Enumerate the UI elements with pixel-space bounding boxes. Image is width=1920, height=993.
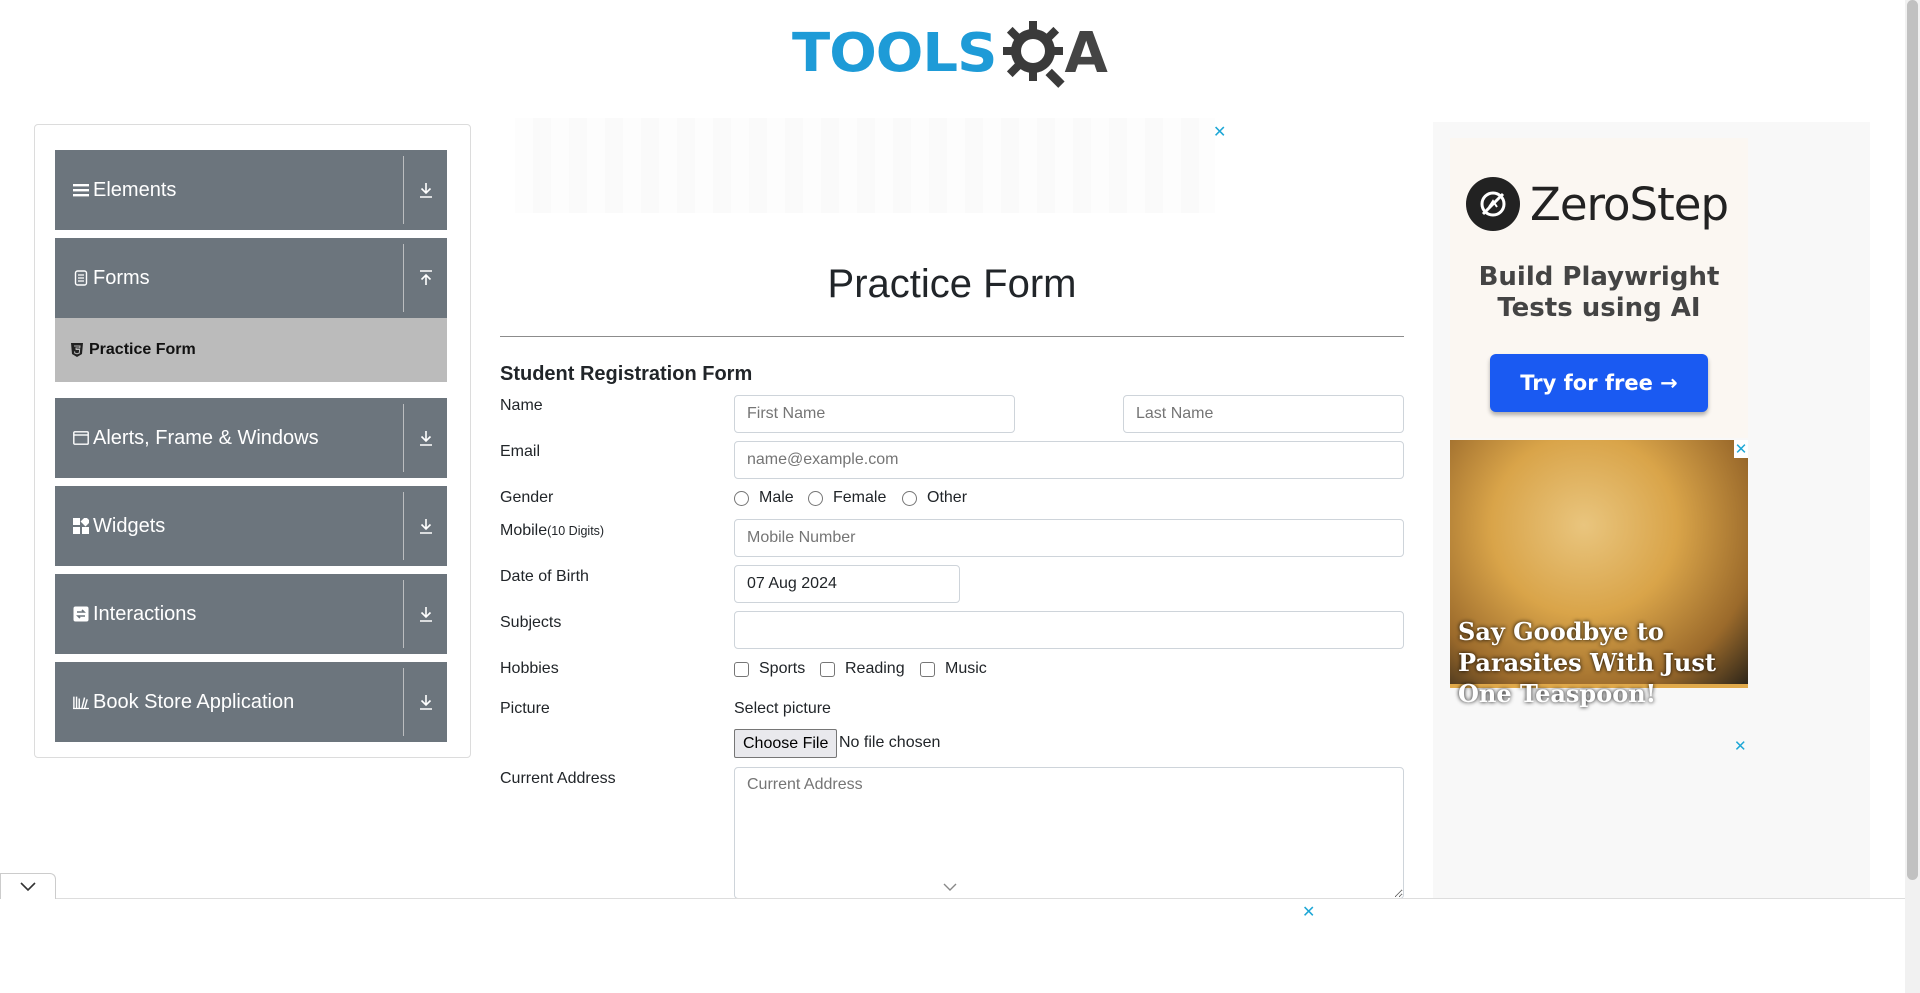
last-name-input[interactable] (1123, 395, 1404, 433)
checkbox-box[interactable] (920, 661, 935, 677)
current-address-input[interactable] (734, 767, 1404, 899)
close-icon[interactable]: ✕ (1302, 902, 1315, 922)
sidebar-group-forms[interactable]: Forms (55, 238, 447, 318)
checkbox-label: Sports (759, 660, 806, 677)
close-icon[interactable]: ✕ (1734, 440, 1748, 458)
divider (403, 492, 404, 560)
scrollbar-thumb[interactable] (1907, 0, 1918, 880)
radio-circle[interactable] (734, 490, 749, 506)
download-arrow-icon[interactable] (404, 694, 447, 710)
widgets-icon (73, 518, 89, 534)
form-heading: Student Registration Form (500, 363, 753, 385)
divider (500, 336, 1404, 337)
download-arrow-icon[interactable] (404, 606, 447, 622)
collapse-ad-button[interactable] (0, 873, 56, 899)
interactions-icon (73, 606, 89, 622)
divider (403, 404, 404, 472)
document-icon (73, 270, 89, 286)
current-address-label: Current Address (500, 770, 616, 787)
checkbox-box[interactable] (820, 661, 835, 677)
choose-file-button[interactable]: Choose File (734, 729, 838, 758)
menu-icon (73, 182, 89, 198)
zerostep-mark-icon (1466, 177, 1520, 231)
close-icon[interactable]: ✕ (1213, 122, 1226, 142)
zerostep-name: ZeroStep (1530, 177, 1729, 231)
sidebar-group-book-store[interactable]: Book Store Application (55, 662, 447, 742)
date-of-birth-input[interactable] (734, 565, 960, 603)
mobile-hint: (10 Digits) (547, 524, 605, 538)
divider (403, 244, 404, 312)
download-arrow-icon[interactable] (404, 430, 447, 446)
gear-q-icon (1003, 21, 1066, 88)
sidebar-group-widgets[interactable]: Widgets (55, 486, 447, 566)
hobby-checkbox-reading[interactable]: Reading (820, 660, 905, 678)
dob-label: Date of Birth (500, 568, 589, 585)
download-arrow-icon[interactable] (404, 182, 447, 198)
picture-label: Picture (500, 700, 550, 717)
sidebar-menu: Elements Forms Practice Form Alerts, Fra… (34, 124, 471, 758)
top-ad-banner[interactable] (515, 118, 1215, 213)
mobile-input[interactable] (734, 519, 1404, 557)
sidebar-item-label: Practice Form (89, 341, 196, 358)
subjects-label: Subjects (500, 614, 562, 631)
radio-circle[interactable] (902, 490, 917, 506)
gender-label: Gender (500, 489, 554, 506)
file-status: No file chosen (839, 734, 941, 751)
toolsqa-logo[interactable]: TOOLS A (792, 16, 1116, 90)
checkbox-label: Reading (845, 660, 905, 677)
hobby-checkbox-music[interactable]: Music (920, 660, 987, 678)
gender-radio-male[interactable]: Male (734, 489, 794, 507)
parasite-ad-headline[interactable]: Say Goodbye to Parasites With Just One T… (1458, 616, 1748, 709)
sidebar-group-label: Forms (93, 266, 150, 289)
chevron-down-icon (943, 883, 957, 891)
sidebar-group-label: Interactions (93, 602, 197, 625)
logo-text-tools: TOOLS (792, 22, 997, 84)
sidebar-group-label: Book Store Application (93, 690, 295, 713)
divider (403, 668, 404, 736)
try-for-free-button[interactable]: Try for free → (1490, 354, 1708, 412)
zerostep-logo: ZeroStep (1466, 177, 1729, 231)
first-name-input[interactable] (734, 395, 1015, 433)
close-icon[interactable]: ✕ (1734, 737, 1747, 755)
checkbox-label: Music (945, 660, 987, 677)
subjects-input[interactable] (734, 611, 1404, 649)
logo-text-a: A (1064, 20, 1108, 86)
books-icon (73, 694, 89, 710)
sidebar-group-label: Alerts, Frame & Windows (93, 426, 319, 449)
mobile-label-text: Mobile (500, 522, 548, 539)
page-title: Practice Form (827, 262, 1077, 306)
chevron-down-icon (20, 881, 36, 891)
email-input[interactable] (734, 441, 1404, 479)
checkbox-box[interactable] (734, 661, 749, 677)
name-label: Name (500, 397, 543, 414)
select-picture-label: Select picture (734, 700, 831, 717)
radio-label: Other (927, 489, 968, 506)
sidebar-item-practice-form[interactable]: Practice Form (55, 318, 447, 382)
window-icon (73, 430, 89, 446)
page: TOOLS A Elements Forms Practice Form Ale… (0, 0, 1920, 993)
hobby-checkbox-sports[interactable]: Sports (734, 660, 805, 678)
gender-radio-other[interactable]: Other (902, 489, 967, 507)
upload-arrow-icon[interactable] (404, 270, 447, 286)
radio-label: Male (759, 489, 794, 506)
sidebar-group-label: Elements (93, 178, 177, 201)
radio-circle[interactable] (808, 490, 823, 506)
gender-radio-female[interactable]: Female (808, 489, 886, 507)
sidebar-group-elements[interactable]: Elements (55, 150, 447, 230)
hobbies-label: Hobbies (500, 660, 559, 677)
download-arrow-icon[interactable] (404, 518, 447, 534)
sidebar-group-alerts[interactable]: Alerts, Frame & Windows (55, 398, 447, 478)
mobile-label: Mobile(10 Digits) (500, 522, 604, 540)
bottom-ad-bar (0, 898, 1905, 993)
sidebar-group-label: Widgets (93, 514, 166, 537)
email-label: Email (500, 443, 541, 460)
divider (403, 156, 404, 224)
zerostep-tagline: Build Playwright Tests using AI (1478, 262, 1720, 323)
divider (403, 580, 404, 648)
radio-label: Female (833, 489, 887, 506)
html5-icon (71, 343, 83, 357)
sidebar-group-interactions[interactable]: Interactions (55, 574, 447, 654)
